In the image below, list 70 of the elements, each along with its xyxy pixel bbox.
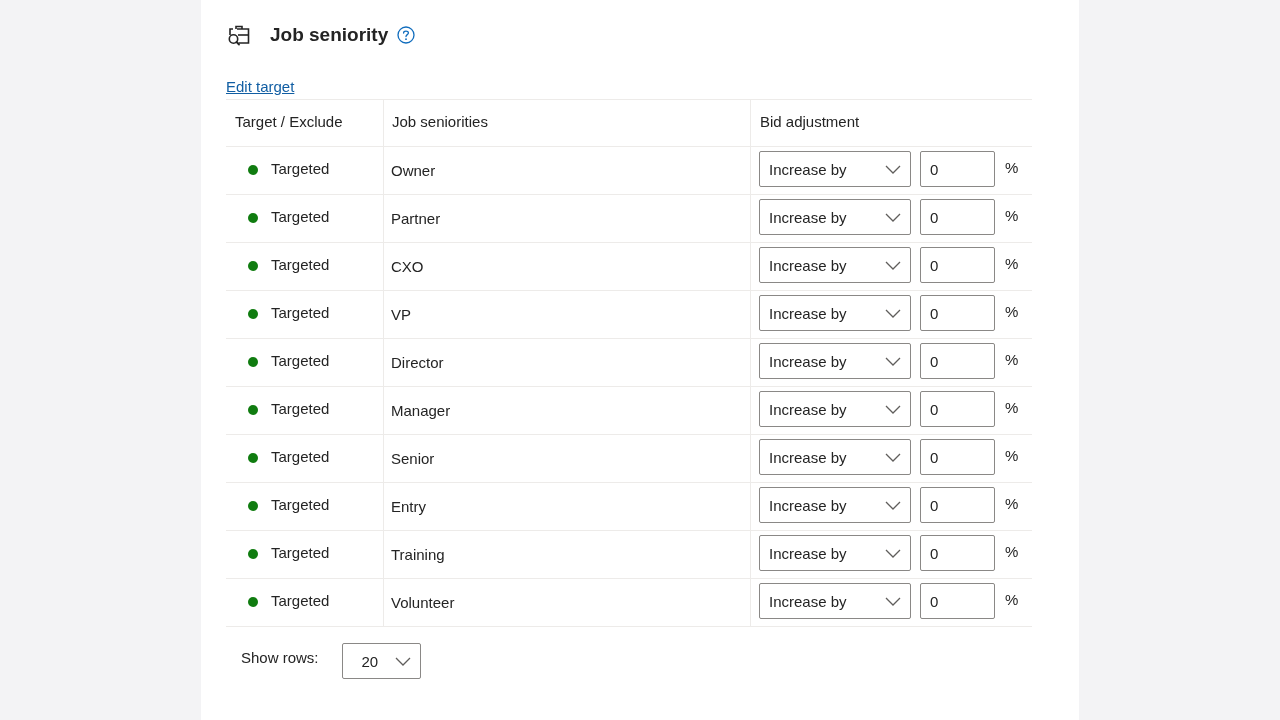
seniority-name: VP	[391, 306, 411, 323]
percent-input[interactable]: 0	[920, 535, 995, 571]
seniority-name: Volunteer	[391, 594, 455, 611]
percent-unit: %	[1005, 398, 1019, 416]
column-header: Bid adjustment	[760, 113, 860, 132]
chevron-down-icon	[885, 212, 901, 222]
percent-unit: %	[1005, 350, 1019, 368]
percent-input[interactable]: 0	[920, 439, 995, 475]
briefcase-search-icon	[227, 23, 251, 47]
show-rows-label: Show rows:	[241, 648, 319, 668]
seniority-name: Manager	[391, 402, 451, 419]
chevron-down-icon	[885, 596, 901, 606]
chevron-down-icon	[885, 548, 901, 558]
help-icon[interactable]	[397, 26, 416, 44]
chevron-down-icon	[885, 356, 901, 366]
chevron-down-icon	[885, 404, 901, 414]
section-title: Job seniority	[270, 23, 389, 47]
edit-target-link[interactable]: Edit target	[226, 78, 295, 95]
column-header: Job seniorities	[392, 113, 488, 132]
seniority-name: Entry	[391, 498, 426, 515]
adjustment-dropdown[interactable]: Increase by	[759, 247, 911, 283]
status-text: Targeted	[271, 400, 330, 417]
adjustment-dropdown[interactable]: Increase by	[759, 199, 911, 235]
column-header: Target / Exclude	[235, 113, 343, 132]
adjustment-dropdown[interactable]: Increase by	[759, 391, 911, 427]
adjustment-dropdown[interactable]: Increase by	[759, 151, 911, 187]
percent-input[interactable]: 0	[920, 295, 995, 331]
adjustment-dropdown[interactable]: Increase by	[759, 295, 911, 331]
percent-unit: %	[1005, 494, 1019, 512]
adjustment-dropdown[interactable]: Increase by	[759, 583, 911, 619]
seniority-name: Partner	[391, 210, 441, 227]
status-text: Targeted	[271, 304, 330, 321]
status-text: Targeted	[271, 544, 330, 561]
percent-input[interactable]: 0	[920, 583, 995, 619]
status-text: Targeted	[271, 496, 330, 513]
rows-per-page-dropdown[interactable]: 20	[341, 643, 421, 679]
chevron-down-icon	[885, 260, 901, 270]
status-text: Targeted	[271, 592, 330, 609]
percent-unit: %	[1005, 254, 1019, 272]
seniority-name: Training	[391, 546, 445, 563]
seniority-name: Senior	[391, 450, 435, 467]
percent-unit: %	[1005, 542, 1019, 560]
chevron-down-icon	[885, 308, 901, 318]
seniority-name: Director	[391, 354, 444, 371]
adjustment-dropdown[interactable]: Increase by	[759, 487, 911, 523]
seniority-name: CXO	[391, 258, 424, 275]
percent-unit: %	[1005, 206, 1019, 224]
status-text: Targeted	[271, 256, 330, 273]
chevron-down-icon	[885, 164, 901, 174]
seniority-name: Owner	[391, 162, 436, 179]
status-text: Targeted	[271, 352, 330, 369]
status-text: Targeted	[271, 160, 330, 177]
chevron-down-icon	[394, 656, 411, 666]
adjustment-dropdown[interactable]: Increase by	[759, 535, 911, 571]
percent-unit: %	[1005, 302, 1019, 320]
adjustment-dropdown[interactable]: Increase by	[759, 439, 911, 475]
percent-unit: %	[1005, 446, 1019, 464]
percent-unit: %	[1005, 158, 1019, 176]
status-text: Targeted	[271, 448, 330, 465]
percent-input[interactable]: 0	[920, 391, 995, 427]
percent-input[interactable]: 0	[920, 343, 995, 379]
chevron-down-icon	[885, 500, 901, 510]
percent-unit: %	[1005, 590, 1019, 608]
percent-input[interactable]: 0	[920, 247, 995, 283]
percent-input[interactable]: 0	[920, 487, 995, 523]
chevron-down-icon	[885, 452, 901, 462]
adjustment-dropdown[interactable]: Increase by	[759, 343, 911, 379]
status-text: Targeted	[271, 208, 330, 225]
percent-input[interactable]: 0	[920, 151, 995, 187]
percent-input[interactable]: 0	[920, 199, 995, 235]
